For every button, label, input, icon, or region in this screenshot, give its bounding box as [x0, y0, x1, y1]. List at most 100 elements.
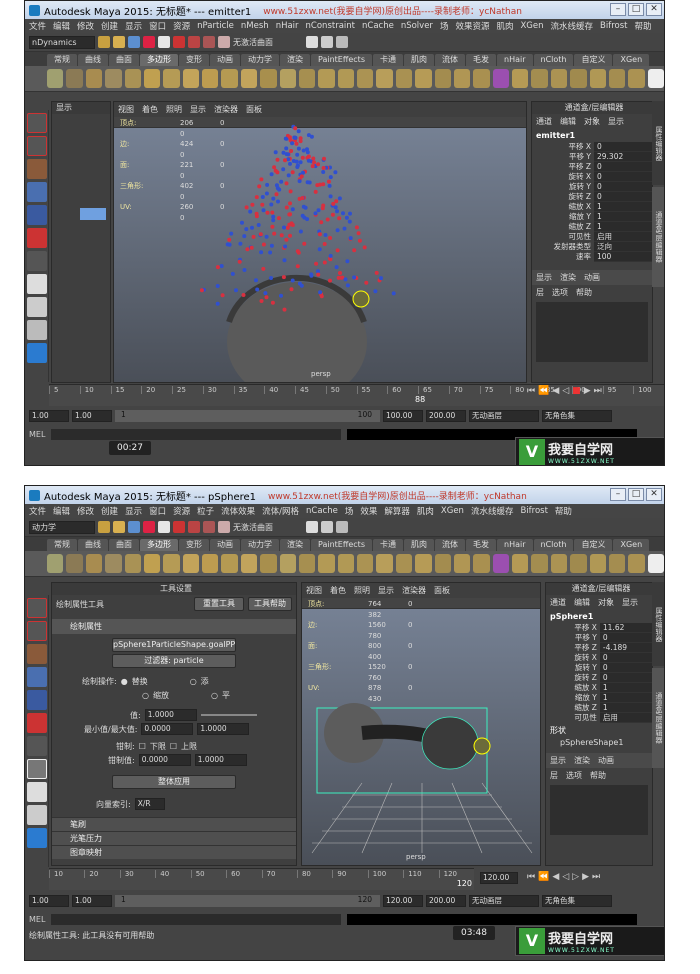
channel-value[interactable]: 0 — [594, 162, 652, 172]
single-layout-icon[interactable] — [27, 274, 47, 294]
pipe-shelf-icon[interactable] — [202, 69, 219, 88]
ipr-render-icon[interactable] — [336, 36, 348, 48]
layer-tab[interactable]: 动画 — [584, 272, 600, 283]
open-scene-icon[interactable] — [113, 36, 125, 48]
shelf-tab[interactable]: 自定义 — [574, 54, 613, 66]
save-scene-icon[interactable] — [128, 36, 140, 48]
step-back-icon[interactable]: ◀ — [552, 386, 559, 396]
menu-item[interactable]: 流体/网格 — [262, 505, 299, 517]
cube-shelf-icon[interactable] — [47, 69, 64, 88]
merge-shelf-icon[interactable] — [589, 554, 606, 573]
go-to-start-icon[interactable]: ⏮ — [527, 386, 535, 396]
menu-item[interactable]: 流体效果 — [221, 505, 255, 517]
channel-menu-item[interactable]: 对象 — [584, 116, 600, 127]
range-bar[interactable]: 1 100 — [115, 410, 380, 422]
menu-item[interactable]: 流水线缓存 — [471, 505, 514, 517]
platonic-shelf-icon[interactable] — [260, 554, 277, 573]
layer-menu-item[interactable]: 帮助 — [590, 770, 606, 781]
clamp-max-field[interactable]: 1.0000 — [194, 754, 247, 766]
plane-shelf-icon[interactable] — [124, 554, 141, 573]
mel-input[interactable] — [51, 913, 342, 925]
snap-curve-icon[interactable] — [188, 36, 200, 48]
two-layout-icon[interactable] — [27, 320, 47, 340]
render-icon[interactable] — [321, 521, 333, 533]
channel-row[interactable]: 平移 X0 — [532, 142, 652, 152]
maximize-button[interactable]: □ — [628, 488, 644, 501]
channel-row[interactable]: 平移 Y0 — [546, 633, 652, 643]
channel-value[interactable]: 0 — [594, 182, 652, 192]
channel-row[interactable]: 缩放 Z1 — [546, 703, 652, 713]
shelf-tab[interactable]: 流体 — [435, 54, 465, 66]
layer-tab[interactable]: 显示 — [536, 272, 552, 283]
menu-item[interactable]: 肌肉 — [417, 505, 434, 517]
end-time-field[interactable]: 200.00 — [426, 895, 466, 907]
scale-tool-icon[interactable] — [27, 228, 47, 248]
collapse-shelf-icon[interactable] — [608, 69, 626, 88]
select-by-hierarchy-icon[interactable] — [143, 521, 155, 533]
snap-curve-icon[interactable] — [188, 521, 200, 533]
right-tab-attribute-editor[interactable]: 属性编辑器 — [652, 582, 664, 666]
shelf-tab[interactable]: XGen — [613, 539, 650, 551]
right-tab-attribute-editor[interactable]: 属性编辑器 — [652, 101, 664, 185]
step-forward-icon[interactable]: ▶ — [582, 872, 589, 882]
shelf-tab[interactable]: 动力学 — [241, 54, 279, 66]
maximize-button[interactable]: □ — [628, 3, 644, 16]
channel-value[interactable]: 1 — [594, 212, 652, 222]
menu-item[interactable]: 流水线缓存 — [551, 20, 594, 32]
menu-item[interactable]: 帮助 — [635, 20, 652, 32]
snap-point-icon[interactable] — [203, 36, 215, 48]
shelf-tab[interactable]: 卡通 — [373, 54, 403, 66]
shelf-tab[interactable]: 曲面 — [109, 54, 139, 66]
menu-item[interactable]: 创建 — [101, 20, 118, 32]
merge-shelf-icon[interactable] — [589, 69, 606, 88]
channel-row[interactable]: 缩放 X1 — [532, 202, 652, 212]
op-scale-radio[interactable]: ○ — [142, 691, 149, 700]
plane-shelf-icon[interactable] — [124, 69, 141, 88]
start-time-field[interactable]: 1.00 — [29, 410, 69, 422]
channel-row[interactable]: 旋转 Z0 — [546, 673, 652, 683]
menu-item[interactable]: 编辑 — [53, 20, 70, 32]
shelf-tab[interactable]: 肌肉 — [404, 54, 434, 66]
menu-set-selector[interactable]: 动力学 — [29, 520, 95, 534]
channel-value[interactable]: 1 — [594, 202, 652, 212]
op-replace-radio[interactable]: ● — [121, 677, 128, 686]
channel-row[interactable]: 平移 Y 29.302 — [532, 152, 652, 162]
min-value-field[interactable]: 0.0000 — [141, 723, 194, 735]
uv-editor-shelf-icon[interactable] — [492, 554, 509, 573]
right-tab-channel-box[interactable]: 通道盒/层编辑器 — [652, 187, 664, 287]
outliner-layout-icon[interactable] — [27, 343, 47, 363]
channel-value[interactable]: 1 — [599, 693, 652, 703]
step-back-key-icon[interactable]: ⏪ — [538, 386, 549, 396]
rotate-tool-icon[interactable] — [27, 205, 47, 225]
layer-tab[interactable]: 渲染 — [560, 272, 576, 283]
checker-shelf-icon[interactable] — [647, 69, 664, 88]
clamp-min-field[interactable]: 0.0000 — [138, 754, 191, 766]
channel-row[interactable]: 旋转 Y0 — [546, 663, 652, 673]
perspective-viewport[interactable]: 视图 着色 照明 显示 渲染器 面板 顶点: 2060 0 边: 4240 0 面: 2210 0 三角形:… — [113, 101, 527, 383]
step-back-key-icon[interactable]: ⏪ — [538, 872, 549, 882]
extract-shelf-icon[interactable] — [318, 554, 335, 573]
combine-shelf-icon[interactable] — [279, 69, 296, 88]
shelf-tab[interactable]: 肌肉 — [404, 539, 434, 551]
menu-item[interactable]: XGen — [520, 21, 543, 31]
menu-item[interactable]: 资源 — [173, 505, 190, 517]
menu-item[interactable]: 修改 — [77, 20, 94, 32]
snap-surface-icon[interactable] — [218, 36, 230, 48]
channel-value[interactable]: 29.302 — [594, 152, 652, 162]
four-layout-icon[interactable] — [27, 805, 47, 825]
playback-end-field[interactable]: 120.00 — [383, 895, 423, 907]
shelf-tab[interactable]: XGen — [613, 54, 650, 66]
collapsed-section[interactable]: 图章映射 — [52, 845, 296, 859]
play-back-icon[interactable]: ◁ — [562, 386, 569, 396]
go-to-end-icon[interactable]: ⏭ — [592, 872, 600, 882]
sphere-shelf-icon[interactable] — [66, 554, 83, 573]
insert-loop-shelf-icon[interactable] — [550, 554, 568, 573]
minimize-button[interactable]: – — [610, 488, 626, 501]
append-shelf-icon[interactable] — [512, 69, 529, 88]
separate-shelf-icon[interactable] — [298, 69, 316, 88]
bridge-shelf-icon[interactable] — [453, 554, 471, 573]
reset-tool-button[interactable]: 重置工具 — [194, 597, 244, 611]
perspective-viewport[interactable]: 视图 着色 照明 显示 渲染器 面板 顶点: 764382 0 边: 1560780 0 面: 8004… — [301, 582, 541, 866]
split-shelf-icon[interactable] — [531, 69, 548, 88]
combine-shelf-icon[interactable] — [279, 554, 296, 573]
